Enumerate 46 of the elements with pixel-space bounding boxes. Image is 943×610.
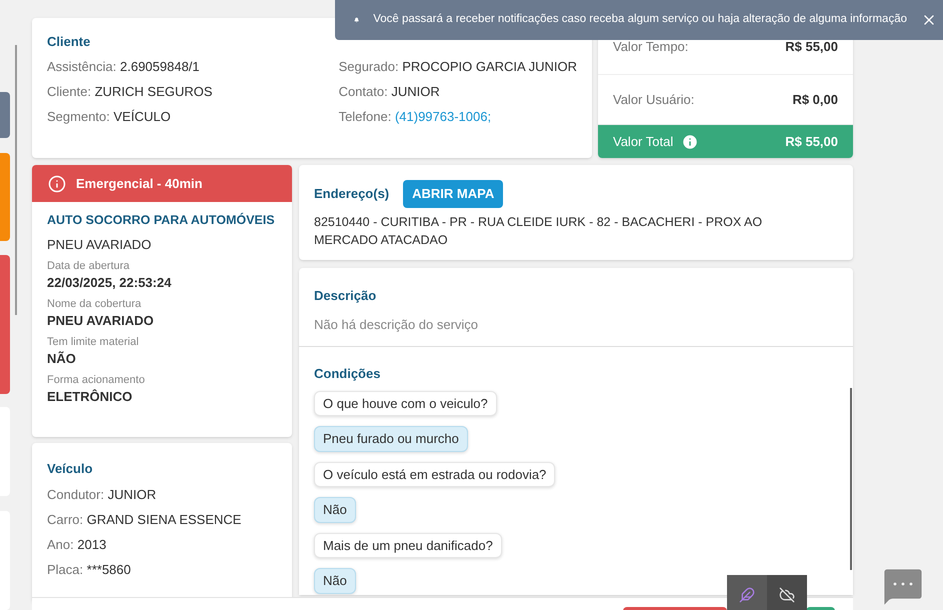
question-bubble: Mais de um pneu danificado? bbox=[314, 532, 502, 558]
card-title: Descrição bbox=[314, 287, 378, 305]
address-text: 82510440 - CURITIBA - PR - RUA CLEIDE IURK - 82 - BACACHERI - PROX AO MERCADO ATACADAO bbox=[314, 214, 764, 248]
field-text: Ano: 2013 bbox=[47, 536, 108, 554]
value-amount: R$ 55,00 bbox=[785, 38, 838, 56]
field-value: 22/03/2025, 22:53:24 bbox=[47, 274, 172, 292]
cloud-off-icon[interactable] bbox=[779, 587, 795, 603]
question-bubble: O veículo está em estrada ou rodovia? bbox=[314, 462, 556, 487]
field-value: PNEU AVARIADO bbox=[47, 312, 155, 330]
card-title: Cliente bbox=[47, 33, 92, 51]
field-value: ELETRÔNICO bbox=[47, 388, 134, 406]
field-text: Telefone: (41)99763-1006; bbox=[338, 108, 492, 126]
info-icon[interactable] bbox=[681, 132, 700, 150]
field-text: Assistência: 2.69059848/1 bbox=[47, 58, 201, 76]
answer-bubble: Não bbox=[314, 568, 356, 594]
feather-icon[interactable] bbox=[739, 587, 755, 603]
field-label: Nome da cobertura bbox=[47, 297, 142, 312]
field-label: Tem limite material bbox=[47, 335, 140, 350]
value-label: Valor Tempo: bbox=[613, 38, 688, 56]
answer-bubble: Não bbox=[314, 497, 356, 522]
total-label: Valor Total bbox=[613, 132, 674, 151]
emergency-text: Emergencial - 40min bbox=[76, 174, 202, 193]
field-label: Forma acionamento bbox=[47, 373, 146, 388]
field-text: Condutor: JUNIOR bbox=[47, 486, 158, 504]
field-text: Contato: JUNIOR bbox=[338, 82, 441, 100]
value-label: Valor Usuário: bbox=[613, 90, 694, 109]
card-title: Condições bbox=[314, 365, 382, 383]
card-title: Endereço(s) bbox=[314, 185, 390, 203]
value-amount: R$ 0,00 bbox=[792, 90, 838, 109]
question-bubble: O que houve com o veiculo? bbox=[314, 390, 497, 416]
field-value: NÃO bbox=[47, 350, 77, 368]
field-text: Cliente: ZURICH SEGUROS bbox=[47, 82, 214, 100]
notification-text: Você passará a receber notificações caso receba algum serviço ou haja alteração de alguma informação bbox=[373, 12, 907, 28]
field-text: Carro: GRAND SIENA ESSENCE bbox=[47, 510, 242, 528]
open-map-button[interactable]: ABRIR MAPA bbox=[403, 180, 504, 208]
service-title: AUTO SOCORRO PARA AUTOMÓVEIS bbox=[47, 212, 276, 229]
field-label: Data de abertura bbox=[47, 259, 131, 274]
description-text: Não há descrição do serviço bbox=[314, 316, 480, 334]
answer-bubble: Pneu furado ou murcho bbox=[314, 426, 468, 452]
field-text: Placa: ***5860 bbox=[47, 560, 132, 578]
info-icon bbox=[48, 174, 66, 192]
card-title: Veículo bbox=[47, 460, 94, 478]
service-subtitle: PNEU AVARIADO bbox=[47, 236, 152, 254]
field-text: Segurado: PROCOPIO GARCIA JUNIOR bbox=[338, 58, 577, 76]
field-text: Segmento: VEÍCULO bbox=[47, 108, 172, 126]
total-amount: R$ 55,00 bbox=[785, 132, 838, 151]
